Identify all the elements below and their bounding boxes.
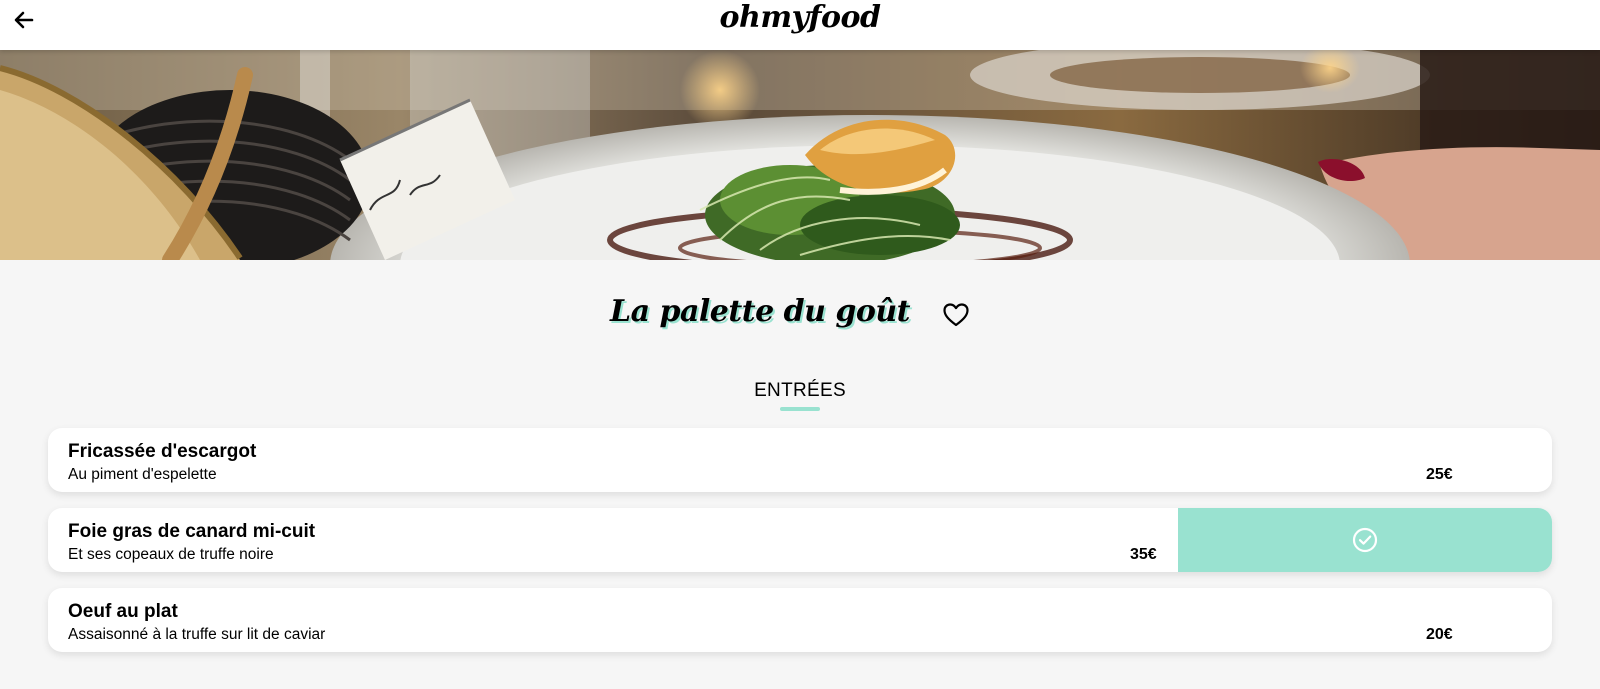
logo[interactable]: ohmyfood xyxy=(0,0,1600,36)
check-circle-icon xyxy=(1352,527,1378,553)
restaurant-title-row: La palette du goût xyxy=(0,290,1600,340)
menu-item-name: Fricassée d'escargot xyxy=(68,441,257,462)
menu-item-price: 20€ xyxy=(1426,626,1453,643)
back-arrow-icon[interactable] xyxy=(12,8,36,32)
menu-item-card-selected[interactable]: Foie gras de canard mi-cuit Et ses copea… xyxy=(48,508,1552,572)
header: ohmyfood xyxy=(0,0,1600,50)
menu-item-price: 35€ xyxy=(1130,546,1157,563)
section-title: ENTRÉES xyxy=(754,380,846,401)
menu-item-price: 25€ xyxy=(1426,466,1453,483)
menu-item-description: Et ses copeaux de truffe noire xyxy=(68,546,274,563)
menu-item-name: Foie gras de canard mi-cuit xyxy=(68,521,316,542)
section-underline xyxy=(780,407,820,411)
menu-item-description: Assaisonné à la truffe sur lit de caviar xyxy=(68,626,326,643)
heart-icon[interactable] xyxy=(942,302,970,328)
selected-check-panel[interactable] xyxy=(1178,508,1552,572)
menu-item-card[interactable]: Oeuf au plat Assaisonné à la truffe sur … xyxy=(48,588,1552,652)
hero-image xyxy=(0,50,1600,260)
restaurant-title: La palette du goût xyxy=(609,294,911,329)
menu-item-card[interactable]: Fricassée d'escargot Au piment d'espelet… xyxy=(48,428,1552,492)
menu-item-name: Oeuf au plat xyxy=(68,601,178,622)
menu-item-description: Au piment d'espelette xyxy=(68,466,217,483)
